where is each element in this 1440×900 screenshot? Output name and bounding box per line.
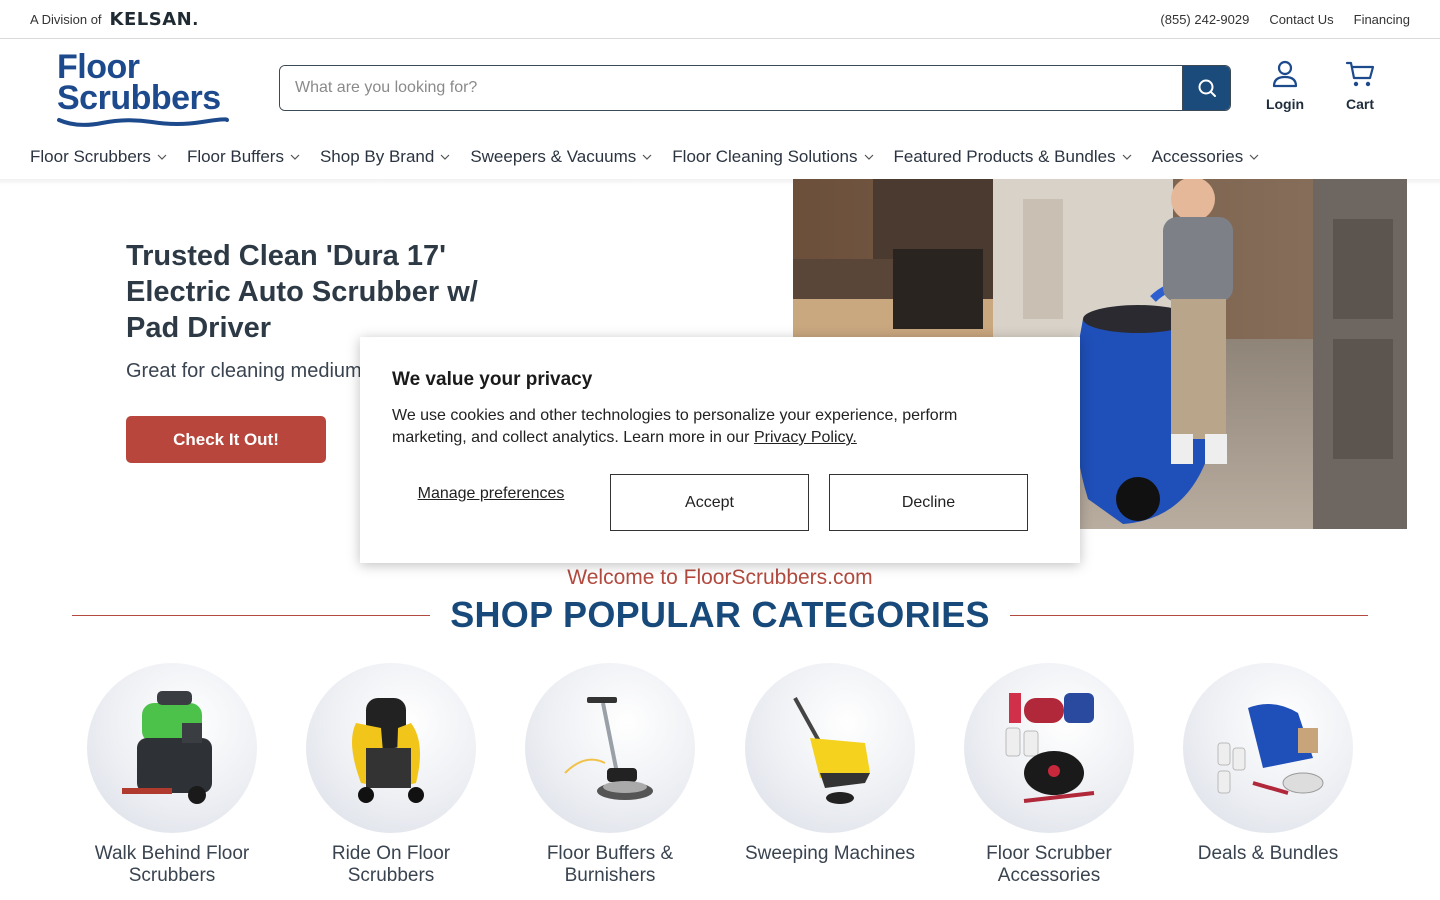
heading-divider-right [1009, 614, 1369, 616]
user-icon [1272, 60, 1298, 88]
chevron-down-icon [157, 154, 167, 160]
category-image [745, 663, 915, 833]
privacy-policy-link[interactable]: Privacy Policy. [754, 429, 857, 446]
accessories-image [1005, 693, 1095, 803]
welcome-text: Welcome to FloorScrubbers.com [567, 566, 873, 589]
category-label: Floor Scrubber Accessories [986, 843, 1112, 886]
kelsan-logo[interactable]: KELSAN. [110, 9, 199, 30]
category-floor-buffers[interactable]: Floor Buffers & Burnishers [510, 663, 710, 887]
cart-icon [1345, 61, 1375, 87]
category-image [306, 663, 476, 833]
category-sweeping-machines[interactable]: Sweeping Machines [730, 663, 930, 865]
login-label: Login [1265, 96, 1305, 112]
category-image [87, 663, 257, 833]
category-image [1183, 663, 1353, 833]
nav-label: Accessories [1151, 147, 1244, 166]
nav-featured-bundles[interactable]: Featured Products & Bundles [894, 147, 1132, 167]
nav-shop-by-brand[interactable]: Shop By Brand [320, 147, 450, 167]
search-icon [1198, 79, 1216, 97]
login-button[interactable]: Login [1255, 60, 1315, 112]
category-label: Floor Buffers & Burnishers [546, 843, 674, 886]
categories-heading: SHOP POPULAR CATEGORIES [450, 594, 990, 635]
chevron-down-icon [864, 154, 874, 160]
chevron-down-icon [1249, 154, 1259, 160]
chevron-down-icon [1122, 154, 1132, 160]
sweeper-image [793, 697, 870, 804]
logo-line-2: Scrubbers [57, 79, 221, 117]
chevron-down-icon [642, 154, 652, 160]
nav-accessories[interactable]: Accessories [1152, 147, 1260, 167]
nav-label: Floor Scrubbers [30, 147, 151, 166]
ride-on-scrubber-image [352, 698, 424, 803]
category-scrubber-accessories[interactable]: Floor Scrubber Accessories [949, 663, 1149, 887]
division-note: A Division of KELSAN. [30, 9, 199, 30]
nav-floor-scrubbers[interactable]: Floor Scrubbers [30, 147, 167, 167]
nav-floor-buffers[interactable]: Floor Buffers [187, 147, 300, 167]
category-deals-bundles[interactable]: Deals & Bundles [1168, 663, 1368, 865]
category-walk-behind-scrubbers[interactable]: Walk Behind Floor Scrubbers [72, 663, 272, 887]
cart-button[interactable]: Cart [1330, 60, 1390, 112]
hero-title: Trusted Clean 'Dura 17' Electric Auto Sc… [126, 240, 478, 344]
cart-label: Cart [1345, 96, 1374, 112]
nav-label: Floor Buffers [186, 147, 284, 166]
nav-label: Shop By Brand [319, 147, 435, 166]
category-label: Deals & Bundles [1197, 843, 1339, 864]
manage-preferences-link[interactable]: Manage preferences [392, 483, 590, 504]
walk-behind-scrubber-image [122, 691, 212, 804]
hero-subtitle: Great for cleaning medium [126, 360, 362, 382]
nav-label: Featured Products & Bundles [893, 147, 1116, 166]
chevron-down-icon [440, 154, 450, 160]
categories-heading-row: SHOP POPULAR CATEGORIES [72, 594, 1369, 636]
contact-link[interactable]: Contact Us [1269, 12, 1333, 27]
category-label: Ride On Floor Scrubbers [331, 843, 451, 886]
phone-link[interactable]: (855) 242-9029 [1160, 12, 1249, 27]
cookie-title: We value your privacy [392, 369, 593, 390]
site-logo[interactable]: Floor Scrubbers [57, 50, 232, 128]
nav-cleaning-solutions[interactable]: Floor Cleaning Solutions [672, 147, 873, 167]
category-ride-on-scrubbers[interactable]: Ride On Floor Scrubbers [291, 663, 491, 887]
search-button[interactable] [1182, 66, 1230, 110]
decline-button[interactable]: Decline [829, 474, 1028, 531]
utility-bar: A Division of KELSAN. (855) 242-9029 Con… [0, 0, 1440, 39]
heading-divider-left [72, 614, 431, 616]
hero-cta-button[interactable]: Check It Out! [126, 416, 326, 463]
category-image [525, 663, 695, 833]
main-nav: Floor Scrubbers Floor Buffers Shop By Br… [30, 135, 1279, 179]
bundle-image [1217, 704, 1324, 795]
kelsan-brand-text: KELSAN [109, 8, 193, 30]
cookie-text: We use cookies and other technologies to… [392, 405, 1012, 449]
category-image [964, 663, 1134, 833]
search-bar [279, 65, 1231, 111]
floor-buffer-image [564, 697, 653, 800]
cookie-body: We use cookies and other technologies to… [392, 407, 958, 446]
nav-sweepers-vacuums[interactable]: Sweepers & Vacuums [470, 147, 652, 167]
logo-wave-icon [57, 117, 229, 127]
nav-label: Floor Cleaning Solutions [672, 147, 858, 166]
category-label: Walk Behind Floor Scrubbers [94, 843, 250, 886]
site-header: Floor Scrubbers Login Cart [0, 40, 1440, 135]
accept-button[interactable]: Accept [610, 474, 809, 531]
chevron-down-icon [290, 154, 300, 160]
financing-link[interactable]: Financing [1354, 12, 1410, 27]
division-prefix: A Division of [30, 11, 102, 27]
category-label: Sweeping Machines [744, 843, 916, 864]
search-input[interactable] [280, 66, 1182, 110]
nav-label: Sweepers & Vacuums [470, 147, 637, 166]
